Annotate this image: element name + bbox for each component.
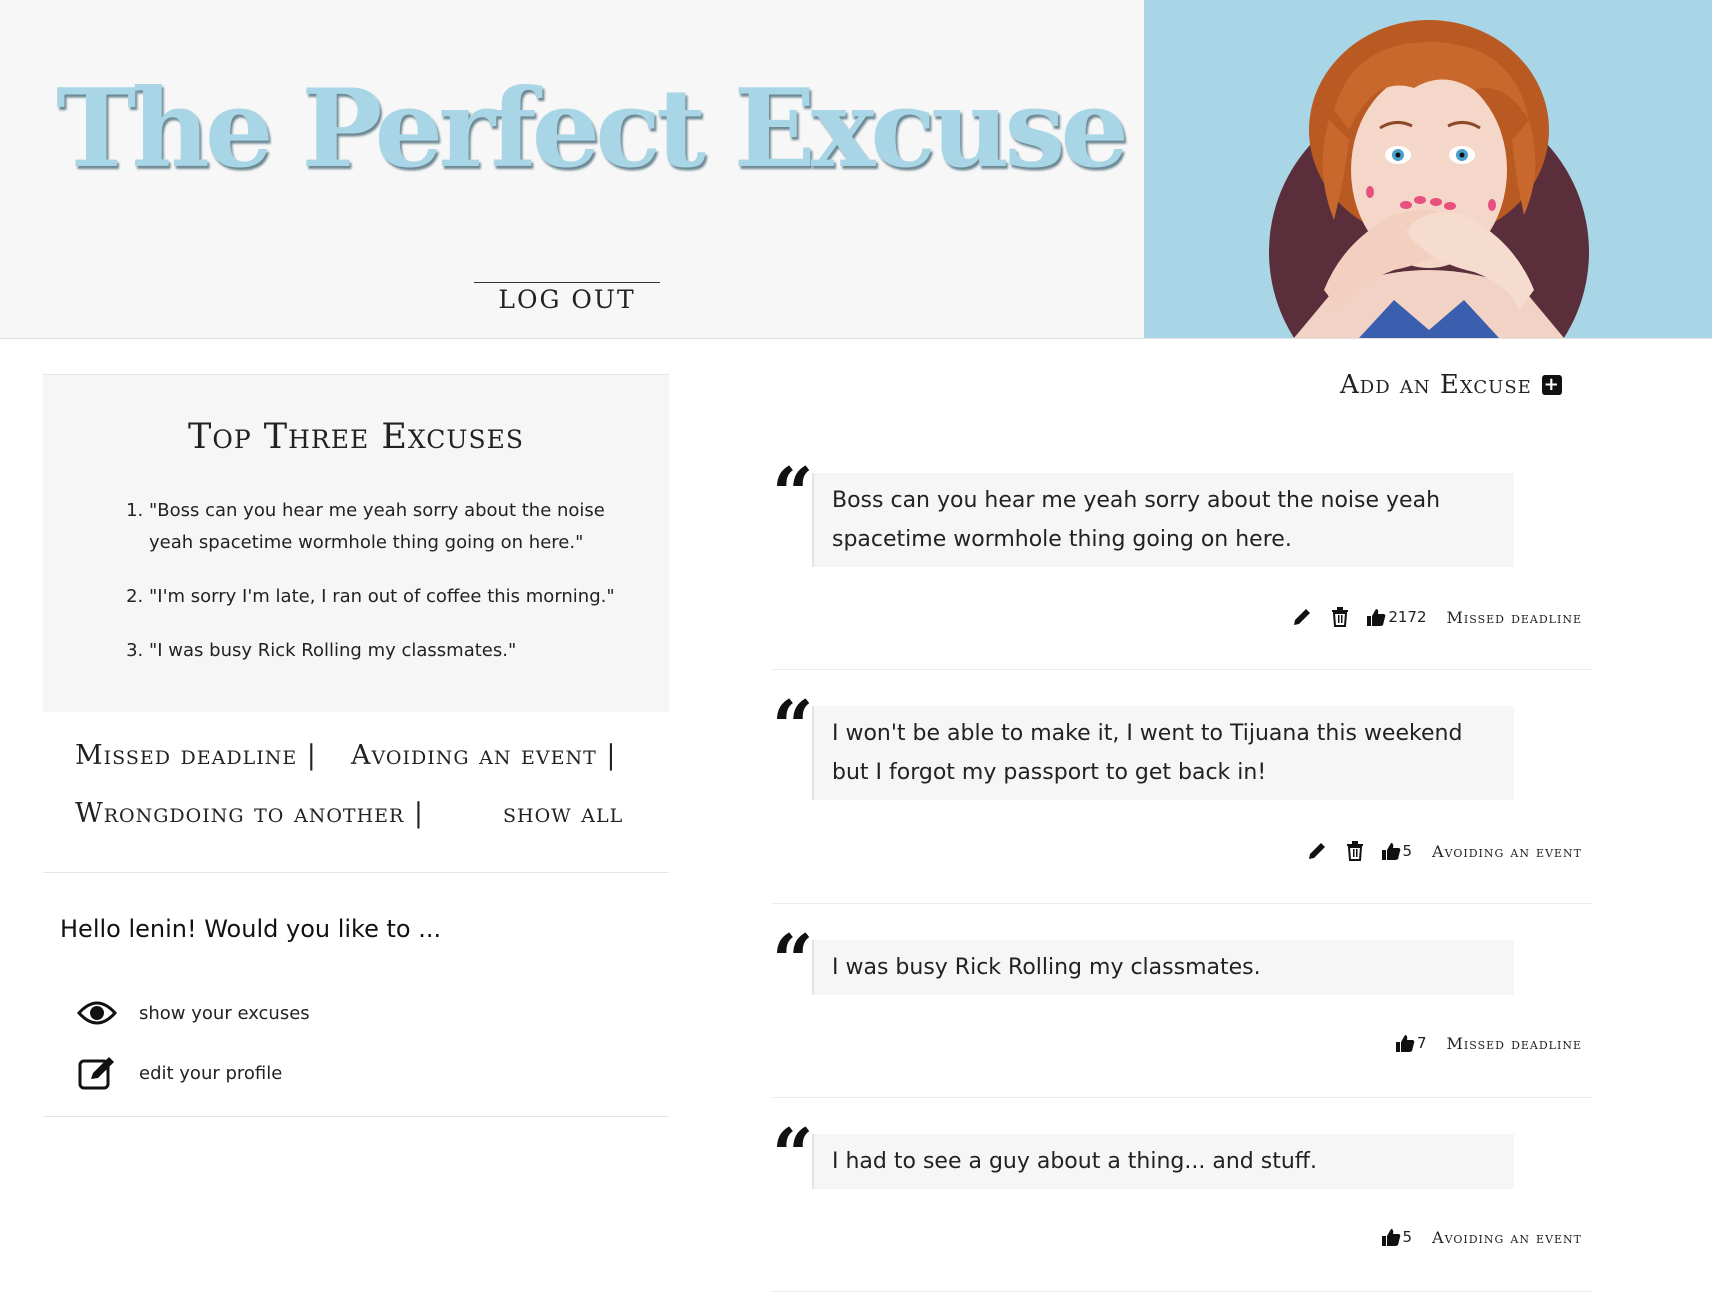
thumbs-up-icon <box>1381 843 1400 860</box>
top-excuses-heading: Top Three Excuses <box>188 417 524 457</box>
add-excuse-button[interactable]: Add an Excuse + <box>1340 370 1562 400</box>
plus-square-icon: + <box>1541 374 1562 395</box>
category-filter: Missed deadline | Avoiding an event | Wr… <box>43 740 669 873</box>
thumbs-up-icon <box>1395 1035 1415 1052</box>
logout-link[interactable]: LOG OUT <box>474 282 660 314</box>
show-excuses-label: show your excuses <box>139 1002 310 1024</box>
excuse-card: “ I had to see a guy about a thing... an… <box>772 1119 1592 1292</box>
excuse-text: I was busy Rick Rolling my classmates. <box>812 940 1514 995</box>
user-panel: Hello lenin! Would you like to ... show … <box>43 873 669 1117</box>
category-avoiding-event[interactable]: Avoiding an event | <box>351 740 616 771</box>
excuse-card: “ I won't be able to make it, I went to … <box>772 691 1592 904</box>
excuse-category-tag[interactable]: Missed deadline <box>1447 608 1582 627</box>
top-excuses-list: "Boss can you hear me yeah sorry about t… <box>129 495 619 689</box>
left-quote-icon: “ <box>772 1112 814 1197</box>
excuse-meta: 5 Avoiding an event <box>1305 839 1583 863</box>
excuse-meta: 2172 Missed deadline <box>1290 605 1582 629</box>
add-excuse-label: Add an Excuse <box>1340 370 1532 400</box>
pencil-icon[interactable] <box>1290 605 1314 629</box>
thumbs-up-icon <box>1381 1229 1400 1246</box>
eye-icon <box>73 993 121 1033</box>
category-missed-deadline[interactable]: Missed deadline | <box>75 740 317 771</box>
excuse-text: Boss can you hear me yeah sorry about th… <box>812 473 1514 567</box>
header-portrait <box>1144 0 1712 338</box>
left-quote-icon: “ <box>772 451 814 536</box>
left-quote-icon: “ <box>772 684 814 769</box>
edit-square-icon <box>73 1053 121 1093</box>
excuse-category-tag[interactable]: Avoiding an event <box>1432 842 1582 861</box>
show-excuses-link[interactable]: show your excuses <box>73 993 310 1033</box>
thumbs-up-icon <box>1367 609 1386 626</box>
like-button[interactable]: 5 <box>1381 841 1413 861</box>
left-quote-icon: “ <box>772 918 814 1003</box>
like-button[interactable]: 7 <box>1395 1033 1427 1053</box>
trash-icon[interactable] <box>1328 605 1352 629</box>
category-show-all[interactable]: show all <box>503 798 623 829</box>
like-button[interactable]: 2172 <box>1366 607 1427 627</box>
like-count: 7 <box>1416 1034 1427 1052</box>
excuse-category-tag[interactable]: Avoiding an event <box>1432 1228 1582 1247</box>
top-excuse-item: "I'm sorry I'm late, I ran out of coffee… <box>149 581 619 613</box>
trash-icon[interactable] <box>1343 839 1367 863</box>
top-excuses-panel: Top Three Excuses "Boss can you hear me … <box>43 374 669 712</box>
site-title: The Perfect Excuse <box>56 66 1129 192</box>
edit-profile-label: edit your profile <box>139 1062 283 1084</box>
top-excuse-item: "I was busy Rick Rolling my classmates." <box>149 635 619 667</box>
excuse-text: I won't be able to make it, I went to Ti… <box>812 706 1514 800</box>
like-count: 5 <box>1402 1228 1413 1246</box>
user-greeting: Hello lenin! Would you like to ... <box>60 915 442 943</box>
excuse-meta: 7 Missed deadline <box>1395 1033 1582 1053</box>
pencil-icon[interactable] <box>1305 839 1329 863</box>
excuse-card: “ I was busy Rick Rolling my classmates.… <box>772 925 1592 1098</box>
excuse-category-tag[interactable]: Missed deadline <box>1447 1034 1582 1053</box>
top-excuse-item: "Boss can you hear me yeah sorry about t… <box>149 495 619 559</box>
like-count: 5 <box>1402 842 1413 860</box>
category-wrongdoing[interactable]: Wrongdoing to another | <box>75 798 424 829</box>
woman-covering-mouth-illustration <box>1269 20 1589 338</box>
excuse-meta: 5 Avoiding an event <box>1381 1227 1583 1247</box>
like-count: 2172 <box>1388 608 1427 626</box>
edit-profile-link[interactable]: edit your profile <box>73 1053 282 1093</box>
like-button[interactable]: 5 <box>1381 1227 1413 1247</box>
excuse-text: I had to see a guy about a thing... and … <box>812 1134 1514 1189</box>
excuse-card: “ Boss can you hear me yeah sorry about … <box>772 458 1592 670</box>
